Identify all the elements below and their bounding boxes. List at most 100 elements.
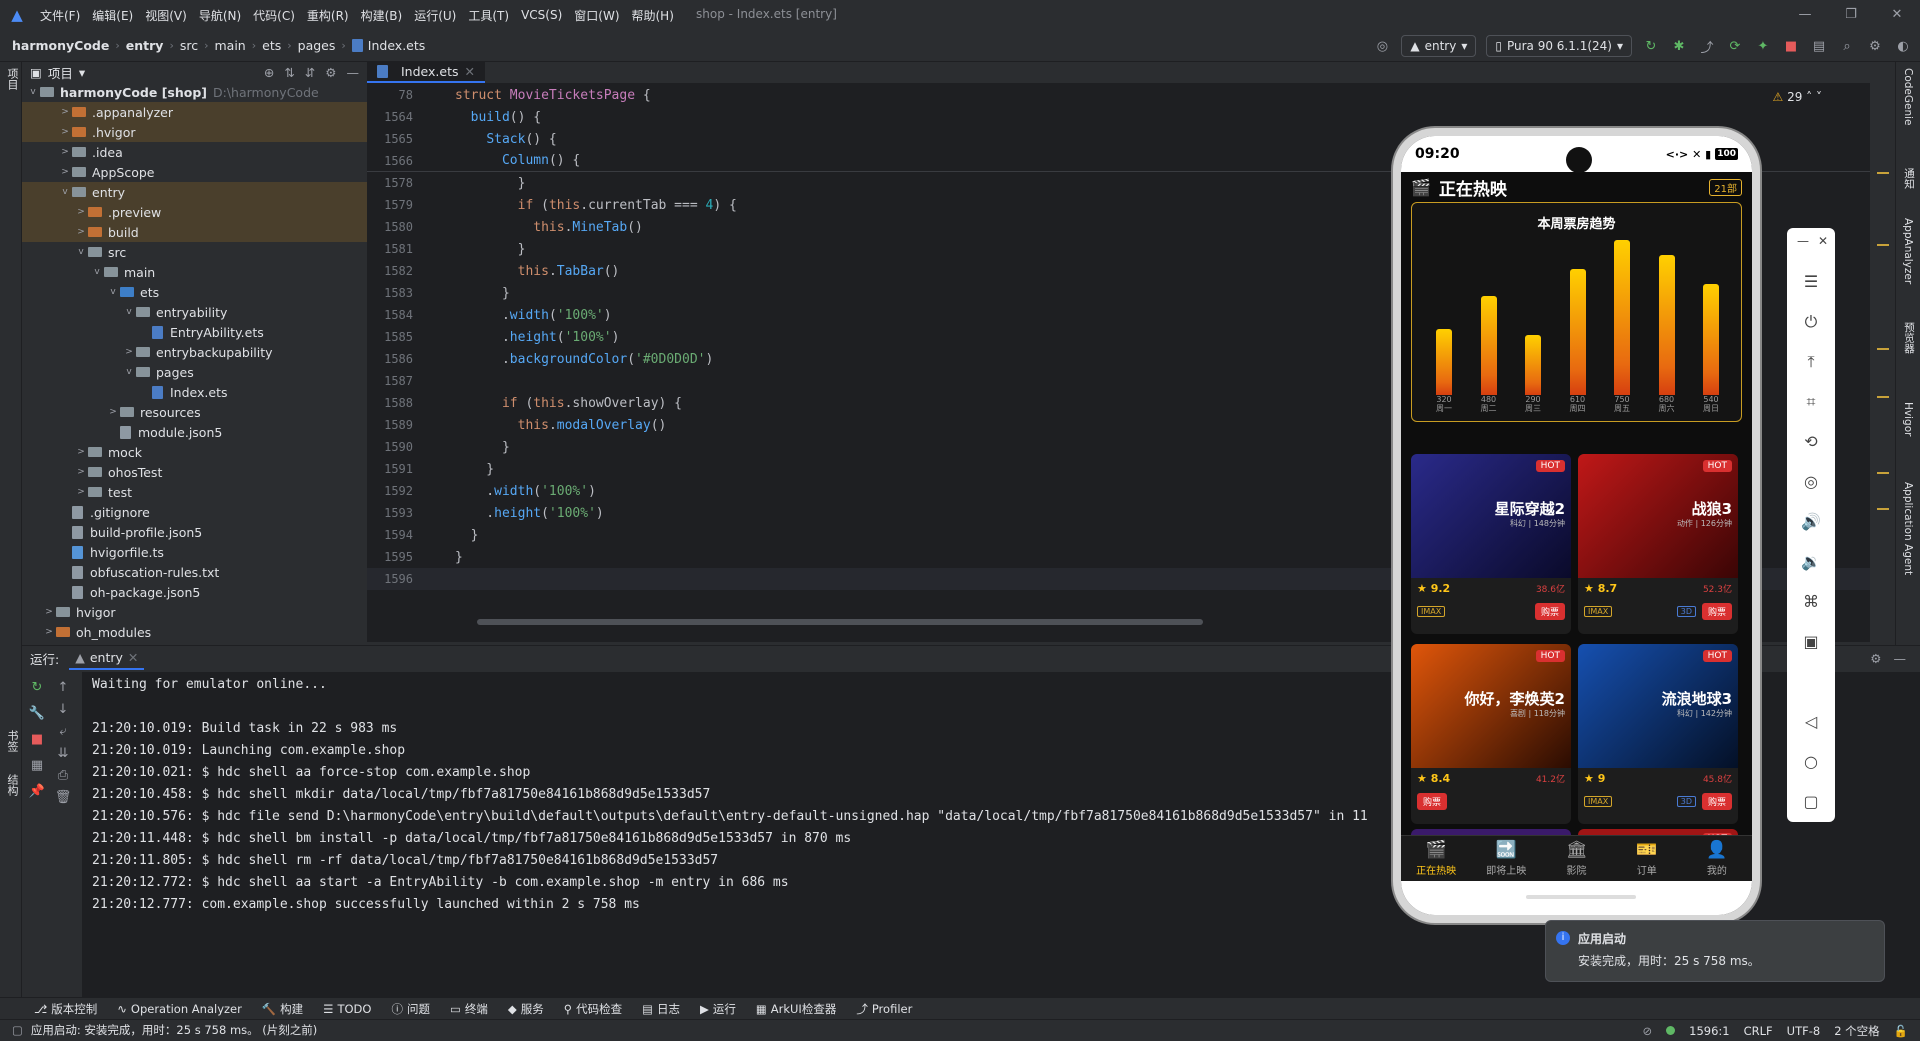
tree-node[interactable]: hvigorfile.ts bbox=[22, 542, 367, 562]
volume-down-icon[interactable]: 🔉 bbox=[1787, 552, 1835, 571]
buy-ticket-button[interactable]: 购票 bbox=[1534, 603, 1565, 620]
menu-item[interactable]: 视图(V) bbox=[145, 7, 187, 24]
buy-ticket-button[interactable]: 购票 bbox=[1417, 793, 1448, 810]
account-icon[interactable]: ◐ bbox=[1894, 39, 1912, 54]
close-icon[interactable]: ✕ bbox=[1799, 234, 1847, 248]
right-tool-3[interactable]: 预览器 bbox=[1902, 322, 1917, 354]
buy-ticket-button[interactable]: 购票 bbox=[1701, 793, 1732, 810]
tool-window-11[interactable]: ⤴ Profiler bbox=[856, 1001, 912, 1017]
tool-window-5[interactable]: ▭ 终端 bbox=[450, 1001, 488, 1017]
status-message[interactable]: 应用启动: 安装完成，用时：25 s 758 ms。 (片刻之前) bbox=[31, 1022, 317, 1038]
rerun-icon[interactable]: ↻ bbox=[1642, 39, 1660, 54]
run-tab-entry[interactable]: ▲ entry ✕ bbox=[69, 646, 145, 670]
phone-tab[interactable]: 🔜 即将上映 bbox=[1471, 836, 1541, 881]
chevron-down-icon[interactable]: ▾ bbox=[79, 65, 85, 80]
tree-node[interactable]: Index.ets bbox=[22, 382, 367, 402]
run-config-select[interactable]: ▲ entry ▾ bbox=[1401, 35, 1477, 57]
hide-icon[interactable]: — bbox=[1894, 651, 1907, 666]
caret-position[interactable]: 1596:1 bbox=[1689, 1024, 1729, 1038]
arrow-up-icon[interactable]: ↑ bbox=[54, 680, 72, 695]
crop-icon[interactable]: ⌗ bbox=[1787, 392, 1835, 412]
tree-node[interactable]: > .preview bbox=[22, 202, 367, 222]
tool-window-8[interactable]: ▤ 日志 bbox=[642, 1001, 680, 1017]
trash-icon[interactable]: 🗑 bbox=[54, 790, 72, 805]
breadcrumb-item[interactable]: Index.ets bbox=[368, 38, 426, 53]
menu-item[interactable]: 运行(U) bbox=[414, 7, 456, 24]
tree-node[interactable]: v entry bbox=[22, 182, 367, 202]
menu-item[interactable]: 构建(B) bbox=[361, 7, 403, 24]
tree-node[interactable]: > oh_modules bbox=[22, 622, 367, 642]
layout-icon[interactable]: ▦ bbox=[28, 758, 46, 773]
tree-node[interactable]: v src bbox=[22, 242, 367, 262]
warning-marker[interactable] bbox=[1877, 472, 1889, 474]
movie-card[interactable]: HOT 战狼3 动作 | 126分钟 ★ 8.7 52.3亿 IMAX 3D 购票 bbox=[1578, 454, 1738, 634]
home-icon[interactable]: ○ bbox=[1787, 752, 1835, 771]
tree-node[interactable]: v ets bbox=[22, 282, 367, 302]
menu-item[interactable]: 代码(C) bbox=[253, 7, 295, 24]
bookmarks-tool-button[interactable]: 书签 bbox=[4, 730, 20, 752]
tree-node[interactable]: EntryAbility.ets bbox=[22, 322, 367, 342]
gear-icon[interactable]: ⚙ bbox=[325, 65, 336, 80]
pin-icon[interactable]: 📌 bbox=[28, 784, 46, 799]
structure-tool-button[interactable]: 结构 bbox=[4, 774, 20, 796]
minimize-icon[interactable]: — bbox=[1782, 0, 1828, 30]
location-icon[interactable]: ◎ bbox=[1787, 472, 1835, 491]
movie-card[interactable]: HOT 星际穿越2 科幻 | 148分钟 ★ 9.2 38.6亿 IMAX 购票 bbox=[1411, 454, 1571, 634]
tree-node[interactable]: > test bbox=[22, 482, 367, 502]
stop-icon[interactable]: ■ bbox=[28, 732, 46, 747]
warning-marker[interactable] bbox=[1877, 508, 1889, 510]
menu-icon[interactable]: ☰ bbox=[1787, 272, 1835, 291]
warning-marker[interactable] bbox=[1877, 396, 1889, 398]
tree-node[interactable]: > AppScope bbox=[22, 162, 367, 182]
debug-icon[interactable]: ✱ bbox=[1670, 39, 1688, 54]
back-icon[interactable]: ◁ bbox=[1787, 712, 1835, 731]
volume-up-icon[interactable]: 🔊 bbox=[1787, 512, 1835, 531]
tool-window-4[interactable]: ⓘ 问题 bbox=[391, 1001, 430, 1017]
tree-node[interactable]: > resources bbox=[22, 402, 367, 422]
menu-item[interactable]: 编辑(E) bbox=[92, 7, 133, 24]
close-icon[interactable]: ✕ bbox=[465, 64, 475, 79]
print-icon[interactable]: ⎙ bbox=[54, 768, 72, 783]
gear-icon[interactable]: ⚙ bbox=[1870, 651, 1881, 666]
tool-window-7[interactable]: ⚲ 代码检查 bbox=[564, 1001, 622, 1017]
right-tool-1[interactable]: 通知 bbox=[1902, 168, 1917, 189]
tool-window-0[interactable]: ⎇ 版本控制 bbox=[34, 1001, 97, 1017]
tree-node[interactable]: > mock bbox=[22, 442, 367, 462]
right-tool-4[interactable]: Hvigor bbox=[1902, 402, 1914, 436]
code-line[interactable]: 78 struct MovieTicketsPage { bbox=[367, 84, 1870, 106]
power-icon[interactable]: ⏻ bbox=[1787, 312, 1835, 332]
tree-node[interactable]: v entryability bbox=[22, 302, 367, 322]
tool-window-9[interactable]: ▶ 运行 bbox=[700, 1001, 736, 1017]
profile-icon[interactable]: ✦ bbox=[1754, 39, 1772, 54]
phone-tab[interactable]: 🏛 影院 bbox=[1541, 836, 1611, 881]
locate-icon[interactable]: ⊕ bbox=[264, 65, 274, 80]
lock-icon[interactable]: 🔓 bbox=[1894, 1024, 1908, 1038]
line-separator[interactable]: CRLF bbox=[1744, 1024, 1773, 1038]
screenshot-icon[interactable]: ▣ bbox=[1787, 632, 1835, 651]
phone-tab[interactable]: 👤 我的 bbox=[1682, 836, 1752, 881]
stop-icon[interactable]: ■ bbox=[1782, 39, 1800, 54]
menu-item[interactable]: VCS(S) bbox=[521, 8, 562, 22]
breadcrumb-item[interactable]: entry bbox=[126, 38, 164, 53]
tree-node[interactable]: > build bbox=[22, 222, 367, 242]
tree-node[interactable]: > entrybackupability bbox=[22, 342, 367, 362]
menu-item[interactable]: 导航(N) bbox=[199, 7, 241, 24]
tool-window-10[interactable]: ▦ ArkUI检查器 bbox=[756, 1001, 836, 1017]
tree-node[interactable]: > hvigor bbox=[22, 602, 367, 622]
menu-item[interactable]: 重构(R) bbox=[307, 7, 349, 24]
right-tool-5[interactable]: Application Agent bbox=[1902, 482, 1914, 575]
indent-setting[interactable]: 2 个空格 bbox=[1834, 1023, 1879, 1039]
collapse-all-icon[interactable]: ⇵ bbox=[305, 65, 315, 80]
tree-node[interactable]: v pages bbox=[22, 362, 367, 382]
breadcrumb-item[interactable]: src bbox=[180, 38, 198, 53]
soft-wrap-icon[interactable]: ⤶ bbox=[54, 724, 72, 739]
device-manager-icon[interactable]: ▤ bbox=[1810, 39, 1828, 54]
tool-window-6[interactable]: ◆ 服务 bbox=[508, 1001, 544, 1017]
rotate-icon[interactable]: ⟲ bbox=[1787, 432, 1835, 451]
scroll-end-icon[interactable]: ⇊ bbox=[54, 746, 72, 761]
tree-node[interactable]: .gitignore bbox=[22, 502, 367, 522]
phone-tab[interactable]: 🎬 正在热映 bbox=[1401, 836, 1471, 881]
device-select[interactable]: ▯ Pura 90 6.1.1(24) ▾ bbox=[1486, 35, 1632, 57]
rerun-icon[interactable]: ↻ bbox=[28, 680, 46, 695]
tool-window-2[interactable]: 🔨 构建 bbox=[262, 1001, 303, 1017]
